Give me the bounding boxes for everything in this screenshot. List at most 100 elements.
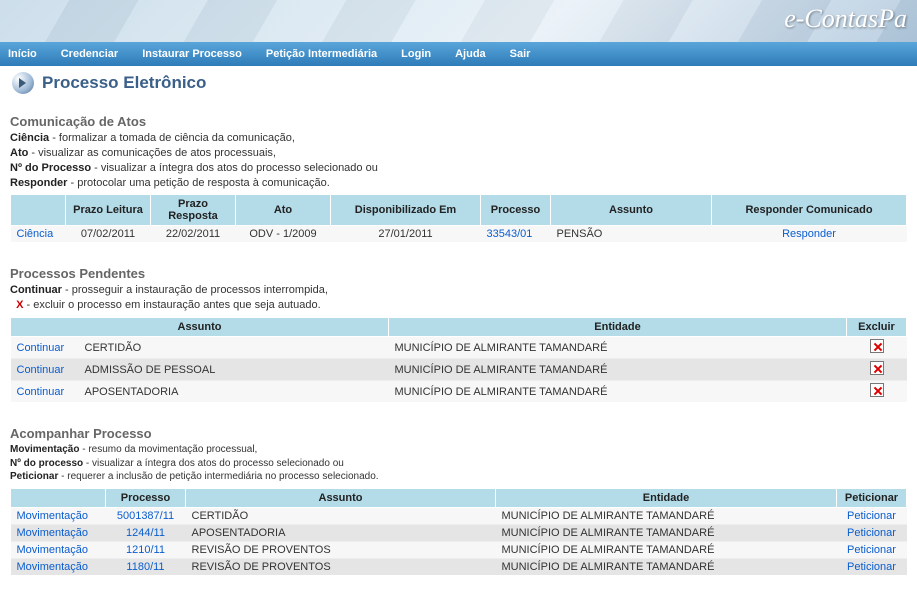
th-peticionar: Peticionar	[837, 488, 907, 507]
page-title-row: Processo Eletrônico	[0, 66, 917, 112]
desc-continuar-b: Continuar	[10, 284, 62, 296]
cell-prazo-leitura: 07/02/2011	[66, 226, 151, 243]
desc-continuar-t: - prosseguir a instauração de processos …	[62, 284, 328, 296]
arrow-right-circle-icon	[12, 72, 34, 94]
desc-resp-t: - protocolar uma petição de resposta à c…	[67, 177, 329, 189]
th-entidade2: Entidade	[496, 488, 837, 507]
desc-pendentes: Continuar - prosseguir a instauração de …	[10, 283, 907, 313]
desc-ato-t: - visualizar as comunicações de atos pro…	[28, 147, 276, 159]
th-assunto2: Assunto	[186, 488, 496, 507]
cell-assunto: CERTIDÃO	[186, 507, 496, 524]
cell-assunto: REVISÃO DE PROVENTOS	[186, 558, 496, 575]
link-movimentacao[interactable]: Movimentação	[17, 544, 89, 556]
cell-entidade: MUNICÍPIO DE ALMIRANTE TAMANDARÉ	[496, 524, 837, 541]
link-ciencia[interactable]: Ciência	[17, 228, 54, 240]
section-acompanhar-processo: Acompanhar Processo Movimentação - resum…	[10, 426, 907, 575]
th-prazo-leitura: Prazo Leitura	[66, 195, 151, 226]
cell-assunto: APOSENTADORIA	[186, 524, 496, 541]
th-blank2	[11, 488, 106, 507]
link-processo-num[interactable]: 1180/11	[126, 561, 164, 573]
link-continuar[interactable]: Continuar	[17, 342, 65, 354]
link-movimentacao[interactable]: Movimentação	[17, 510, 89, 522]
link-movimentacao[interactable]: Movimentação	[17, 561, 89, 573]
header-banner: e-ContasPa	[0, 0, 917, 42]
cell-prazo-resposta: 22/02/2011	[151, 226, 236, 243]
cell-entidade: MUNICÍPIO DE ALMIRANTE TAMANDARÉ	[496, 507, 837, 524]
section-title-pendentes: Processos Pendentes	[10, 266, 907, 281]
cell-assunto: ADMISSÃO DE PESSOAL	[79, 359, 389, 381]
th-prazo-resposta: Prazo Resposta	[151, 195, 236, 226]
desc-resp-b: Responder	[10, 177, 67, 189]
link-processo[interactable]: 33543/01	[487, 228, 533, 240]
th-responder: Responder Comunicado	[712, 195, 907, 226]
delete-icon[interactable]	[870, 361, 884, 375]
desc-pet-b: Peticionar	[10, 471, 58, 482]
link-continuar[interactable]: Continuar	[17, 386, 65, 398]
section-comunicacao-atos: Comunicação de Atos Ciência - formalizar…	[10, 114, 907, 242]
desc-acompanhar: Movimentação - resumo da movimentação pr…	[10, 443, 907, 484]
cell-entidade: MUNICÍPIO DE ALMIRANTE TAMANDARÉ	[389, 337, 847, 359]
nav-instaurar-processo[interactable]: Instaurar Processo	[142, 48, 242, 60]
cell-entidade: MUNICÍPIO DE ALMIRANTE TAMANDARÉ	[389, 359, 847, 381]
link-movimentacao[interactable]: Movimentação	[17, 527, 89, 539]
th-processo2: Processo	[106, 488, 186, 507]
link-peticionar[interactable]: Peticionar	[847, 510, 896, 522]
cell-entidade: MUNICÍPIO DE ALMIRANTE TAMANDARÉ	[389, 381, 847, 403]
desc-nproc2-t: - visualizar a íntegra dos atos do proce…	[83, 458, 344, 469]
page-title: Processo Eletrônico	[42, 73, 206, 93]
table-row: Ciência 07/02/2011 22/02/2011 ODV - 1/20…	[11, 226, 907, 243]
link-processo-num[interactable]: 1244/11	[126, 527, 165, 539]
table-row: Movimentação 1244/11 APOSENTADORIA MUNIC…	[11, 524, 907, 541]
section-processos-pendentes: Processos Pendentes Continuar - prossegu…	[10, 266, 907, 402]
brand-logo: e-ContasPa	[784, 4, 907, 34]
link-continuar[interactable]: Continuar	[17, 364, 65, 376]
desc-pet-t: - requerer a inclusão de petição interme…	[58, 471, 378, 482]
table-row: Movimentação 1210/11 REVISÃO DE PROVENTO…	[11, 541, 907, 558]
th-disponibilizado: Disponibilizado Em	[331, 195, 481, 226]
nav-peticao-intermediaria[interactable]: Petição Intermediária	[266, 48, 377, 60]
link-peticionar[interactable]: Peticionar	[847, 527, 896, 539]
th-excluir-pend: Excluir	[847, 318, 907, 337]
link-processo-num[interactable]: 1210/11	[126, 544, 165, 556]
th-ato: Ato	[236, 195, 331, 226]
desc-mov-t: - resumo da movimentação processual,	[79, 444, 257, 455]
delete-icon[interactable]	[870, 339, 884, 353]
th-entidade-pend: Entidade	[389, 318, 847, 337]
table-row: Movimentação 5001387/11 CERTIDÃO MUNICÍP…	[11, 507, 907, 524]
th-blank	[11, 195, 66, 226]
desc-comunicacao: Ciência - formalizar a tomada de ciência…	[10, 131, 907, 190]
delete-icon[interactable]	[870, 383, 884, 397]
cell-assunto: PENSÃO	[551, 226, 712, 243]
cell-assunto: REVISÃO DE PROVENTOS	[186, 541, 496, 558]
table-comunicacao: Prazo Leitura Prazo Resposta Ato Disponi…	[10, 194, 907, 242]
desc-ciencia-t: - formalizar a tomada de ciência da comu…	[49, 132, 295, 144]
desc-ciencia-b: Ciência	[10, 132, 49, 144]
table-row: Continuar CERTIDÃO MUNICÍPIO DE ALMIRANT…	[11, 337, 907, 359]
table-row: Continuar APOSENTADORIA MUNICÍPIO DE ALM…	[11, 381, 907, 403]
top-nav: Início Credenciar Instaurar Processo Pet…	[0, 42, 917, 66]
nav-credenciar[interactable]: Credenciar	[61, 48, 118, 60]
link-processo-num[interactable]: 5001387/11	[117, 510, 174, 522]
th-assunto-pend: Assunto	[11, 318, 389, 337]
cell-ato: ODV - 1/2009	[236, 226, 331, 243]
table-row: Movimentação 1180/11 REVISÃO DE PROVENTO…	[11, 558, 907, 575]
desc-ato-b: Ato	[10, 147, 28, 159]
link-peticionar[interactable]: Peticionar	[847, 561, 896, 573]
nav-login[interactable]: Login	[401, 48, 431, 60]
desc-nproc-t: - visualizar a íntegra dos atos do proce…	[91, 162, 378, 174]
table-row: Continuar ADMISSÃO DE PESSOAL MUNICÍPIO …	[11, 359, 907, 381]
nav-sair[interactable]: Sair	[510, 48, 531, 60]
section-title-comunicacao: Comunicação de Atos	[10, 114, 907, 129]
cell-entidade: MUNICÍPIO DE ALMIRANTE TAMANDARÉ	[496, 558, 837, 575]
table-pendentes: Assunto Entidade Excluir Continuar CERTI…	[10, 317, 907, 402]
link-responder[interactable]: Responder	[782, 228, 836, 240]
section-title-acompanhar: Acompanhar Processo	[10, 426, 907, 441]
table-acompanhar: Processo Assunto Entidade Peticionar Mov…	[10, 488, 907, 575]
cell-entidade: MUNICÍPIO DE ALMIRANTE TAMANDARÉ	[496, 541, 837, 558]
nav-ajuda[interactable]: Ajuda	[455, 48, 486, 60]
nav-inicio[interactable]: Início	[8, 48, 37, 60]
th-processo: Processo	[481, 195, 551, 226]
cell-assunto: CERTIDÃO	[79, 337, 389, 359]
link-peticionar[interactable]: Peticionar	[847, 544, 896, 556]
desc-mov-b: Movimentação	[10, 444, 79, 455]
